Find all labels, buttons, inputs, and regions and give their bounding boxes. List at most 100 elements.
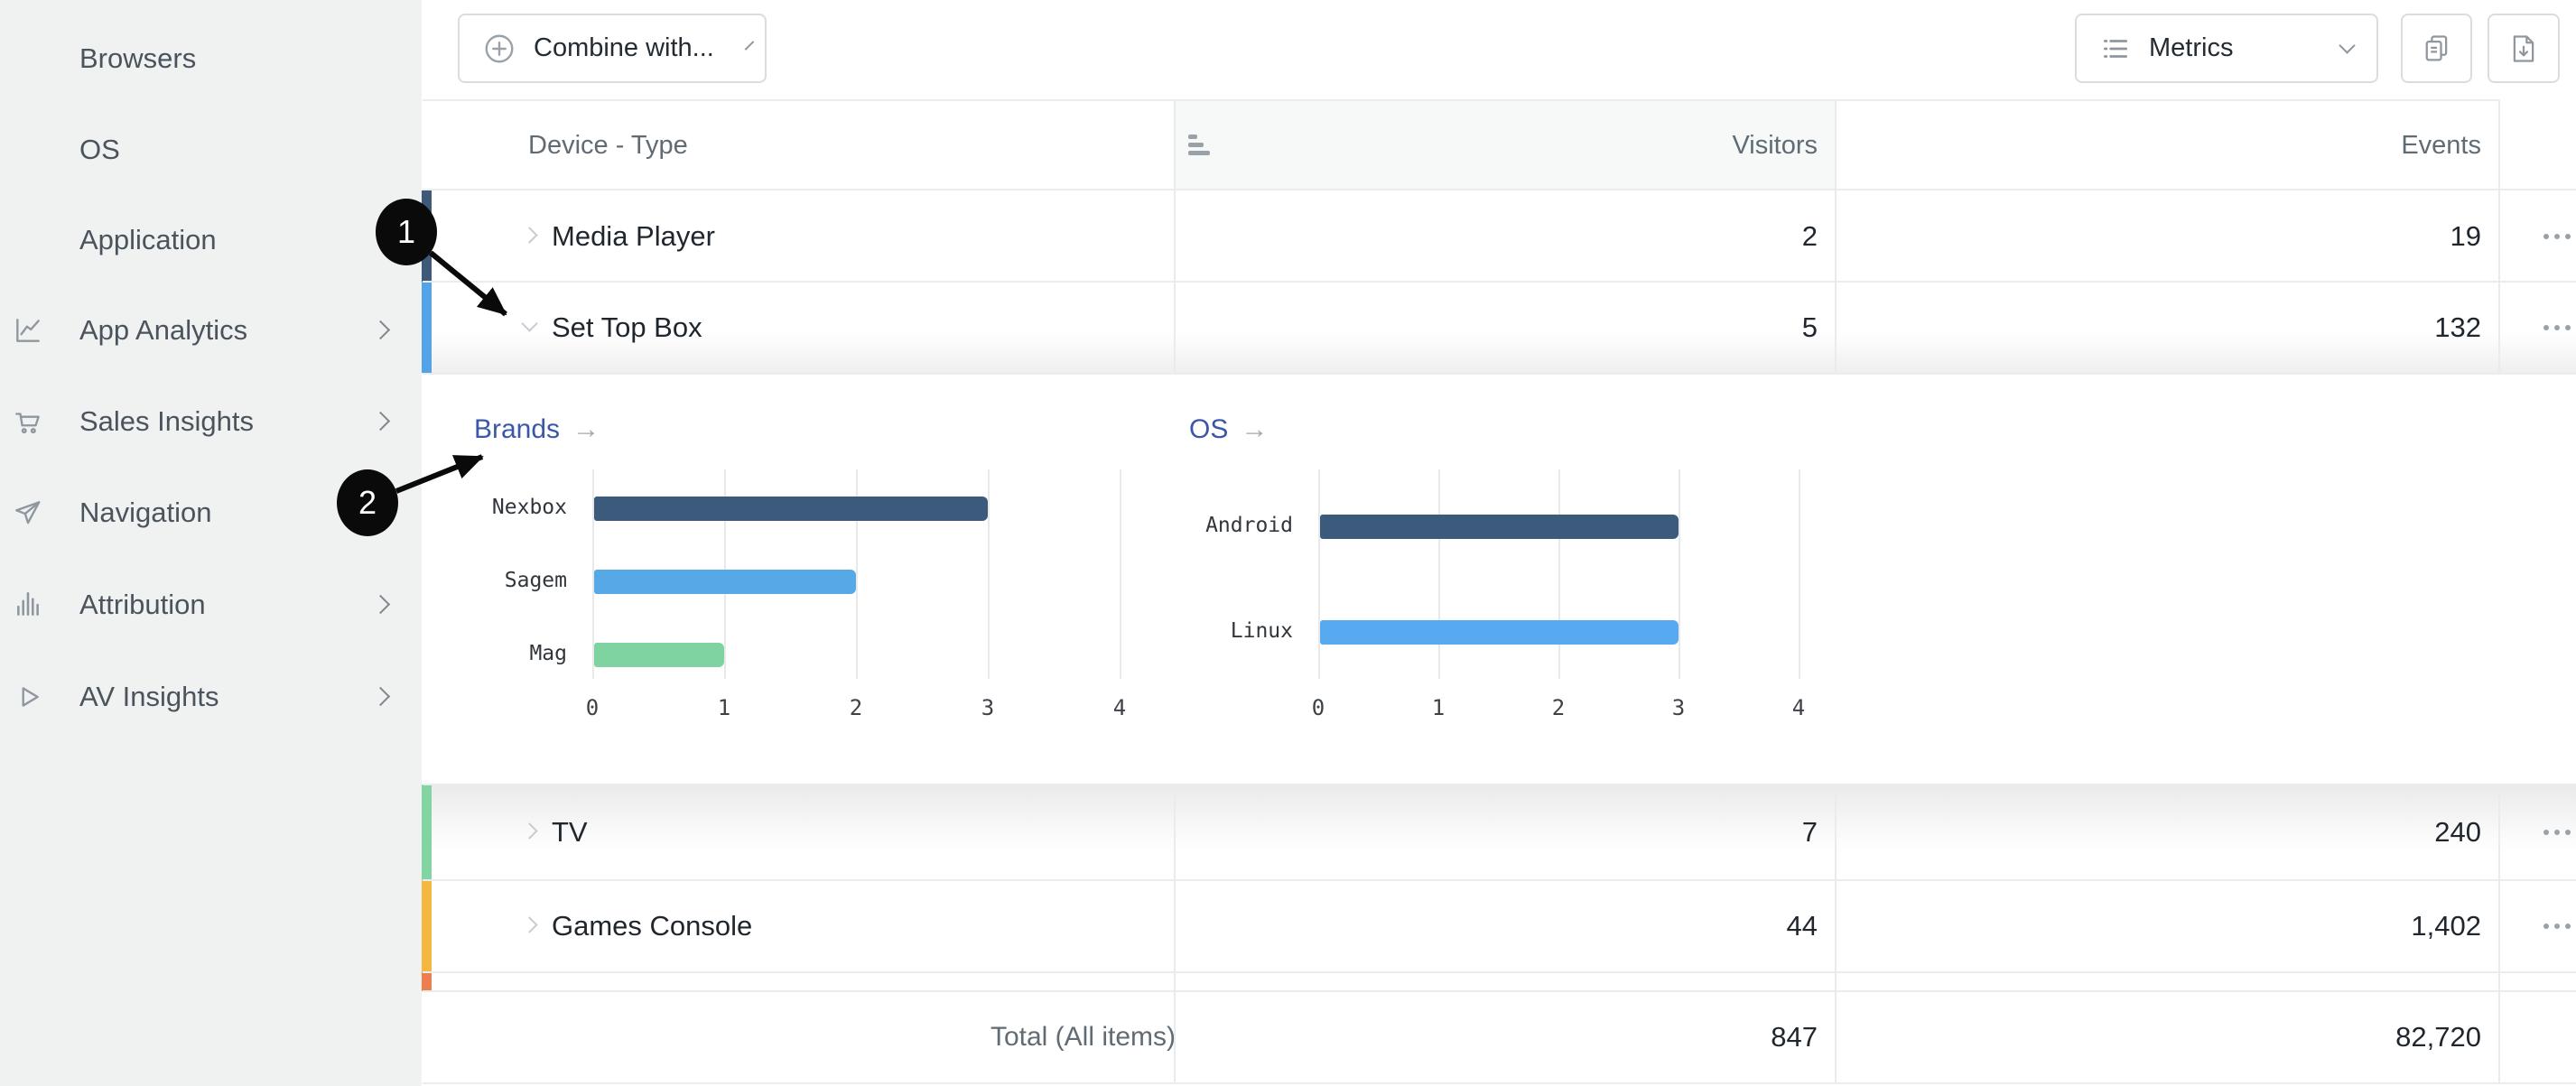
column-border bbox=[1835, 99, 1837, 373]
table-row-tv[interactable]: TV 7 240 bbox=[422, 784, 2576, 880]
sidebar-item-browsers[interactable]: Browsers bbox=[0, 39, 422, 79]
column-border bbox=[1174, 99, 1176, 373]
expanded-row-panel: Brands OS 01234NexboxSagemMag 01234Andro… bbox=[423, 373, 2576, 784]
x-tick-label: 4 bbox=[1772, 695, 1826, 720]
chevron-right-icon bbox=[371, 503, 390, 522]
row-border bbox=[423, 990, 2576, 992]
table-row-media-player[interactable]: Media Player 2 19 bbox=[422, 190, 2576, 282]
events-value: 1,402 bbox=[2411, 910, 2481, 942]
metrics-label: Metrics bbox=[2149, 33, 2233, 63]
ellipsis-icon[interactable] bbox=[2543, 924, 2549, 929]
chevron-right-icon bbox=[371, 595, 390, 614]
sidebar-item-app-analytics[interactable]: App Analytics bbox=[0, 311, 422, 350]
visitors-value: 7 bbox=[1802, 816, 1818, 849]
chart-gridline bbox=[1679, 469, 1680, 679]
events-value: 132 bbox=[2434, 311, 2481, 344]
play-icon bbox=[13, 682, 43, 712]
table-row-games-console[interactable]: Games Console 44 1,402 bbox=[422, 880, 2576, 972]
chart-gridline bbox=[1318, 469, 1320, 679]
row-name: TV bbox=[552, 816, 588, 849]
ellipsis-icon[interactable] bbox=[2543, 830, 2549, 835]
line-chart-icon bbox=[13, 315, 43, 346]
chevron-right-icon[interactable] bbox=[521, 916, 537, 933]
total-events-value: 82,720 bbox=[2395, 1021, 2481, 1054]
total-label: Total (All items) bbox=[422, 1022, 1176, 1053]
row-color-strip bbox=[422, 282, 432, 373]
chevron-right-icon[interactable] bbox=[521, 227, 537, 243]
table-total-row: Total (All items) 847 82,720 bbox=[422, 991, 2576, 1083]
table-row-set-top-box[interactable]: Set Top Box 5 132 bbox=[422, 282, 2576, 373]
sidebar-item-label: Application bbox=[79, 224, 217, 256]
category-label: Android bbox=[423, 514, 1293, 537]
column-border bbox=[2498, 784, 2500, 1082]
visitors-value: 44 bbox=[1787, 910, 1818, 942]
x-tick-label: 0 bbox=[1291, 695, 1345, 720]
chevron-down-icon bbox=[2339, 37, 2355, 53]
row-color-strip bbox=[422, 784, 432, 880]
column-header-events[interactable]: Events bbox=[2401, 131, 2481, 161]
row-border bbox=[423, 281, 2576, 283]
column-border bbox=[2498, 99, 2500, 373]
sidebar-item-av-insights[interactable]: AV Insights bbox=[0, 677, 422, 717]
header-top-border bbox=[423, 99, 2499, 101]
row-border bbox=[423, 784, 2576, 785]
table-row-partial[interactable] bbox=[422, 972, 2576, 991]
chart-gridline bbox=[1438, 469, 1440, 679]
sidebar-item-attribution[interactable]: Attribution bbox=[0, 585, 422, 625]
send-icon bbox=[13, 497, 43, 528]
x-tick-label: 3 bbox=[1651, 695, 1706, 720]
os-bar-chart: 01234AndroidLinux bbox=[423, 373, 2576, 784]
sidebar-item-label: Navigation bbox=[79, 497, 211, 529]
sidebar-item-label: Browsers bbox=[79, 42, 196, 75]
sidebar-item-navigation[interactable]: Navigation bbox=[0, 493, 422, 533]
row-name: Set Top Box bbox=[552, 311, 702, 344]
row-color-strip bbox=[422, 190, 432, 282]
x-tick-label: 1 bbox=[1411, 695, 1465, 720]
row-name: Games Console bbox=[552, 910, 752, 942]
chevron-right-icon[interactable] bbox=[521, 822, 537, 839]
events-value: 19 bbox=[2450, 220, 2481, 253]
bar-chart-icon bbox=[13, 589, 43, 620]
row-border bbox=[423, 373, 2576, 375]
sort-bars-icon[interactable] bbox=[1188, 135, 1210, 158]
chart-gridline bbox=[1799, 469, 1800, 679]
visitors-value: 2 bbox=[1802, 220, 1818, 253]
x-tick-label: 2 bbox=[1531, 695, 1586, 720]
sidebar-item-label: Sales Insights bbox=[79, 405, 254, 438]
visitors-value: 5 bbox=[1802, 311, 1818, 344]
ellipsis-icon[interactable] bbox=[2543, 325, 2549, 330]
row-border bbox=[423, 879, 2576, 881]
sidebar-item-label: OS bbox=[79, 134, 120, 166]
column-header-visitors[interactable]: Visitors bbox=[1732, 131, 1818, 161]
sidebar-item-label: Attribution bbox=[79, 589, 206, 621]
copy-pages-icon bbox=[2421, 32, 2453, 65]
sidebar-item-label: App Analytics bbox=[79, 314, 247, 347]
chevron-right-icon bbox=[371, 687, 390, 706]
copy-table-button[interactable] bbox=[2401, 14, 2472, 83]
combine-with-label: Combine with... bbox=[534, 33, 714, 63]
column-header-device-type[interactable]: Device - Type bbox=[528, 131, 688, 161]
column-border bbox=[1174, 784, 1176, 1082]
chevron-down-icon bbox=[745, 41, 755, 51]
bar bbox=[1320, 620, 1679, 645]
sidebar-item-os[interactable]: OS bbox=[0, 130, 422, 170]
combine-with-button[interactable]: Combine with... bbox=[458, 14, 767, 83]
chart-gridline bbox=[1558, 469, 1560, 679]
chevron-right-icon bbox=[371, 412, 390, 431]
file-download-icon bbox=[2507, 32, 2540, 65]
metrics-dropdown-button[interactable]: Metrics bbox=[2075, 14, 2378, 83]
sidebar: Browsers OS Application App Analytics Sa… bbox=[0, 0, 422, 1086]
row-border bbox=[423, 971, 2576, 973]
chevron-down-icon[interactable] bbox=[521, 315, 537, 331]
list-icon bbox=[2100, 33, 2131, 64]
export-file-button[interactable] bbox=[2488, 14, 2560, 83]
events-value: 240 bbox=[2434, 816, 2481, 849]
table-bottom-border bbox=[423, 1082, 2576, 1084]
row-color-strip bbox=[422, 972, 432, 991]
sidebar-item-sales-insights[interactable]: Sales Insights bbox=[0, 402, 422, 441]
ellipsis-icon[interactable] bbox=[2543, 234, 2549, 239]
chevron-right-icon bbox=[371, 320, 390, 339]
sidebar-item-label: AV Insights bbox=[79, 681, 219, 713]
total-visitors-value: 847 bbox=[1771, 1021, 1818, 1054]
sidebar-item-application[interactable]: Application bbox=[0, 220, 422, 260]
